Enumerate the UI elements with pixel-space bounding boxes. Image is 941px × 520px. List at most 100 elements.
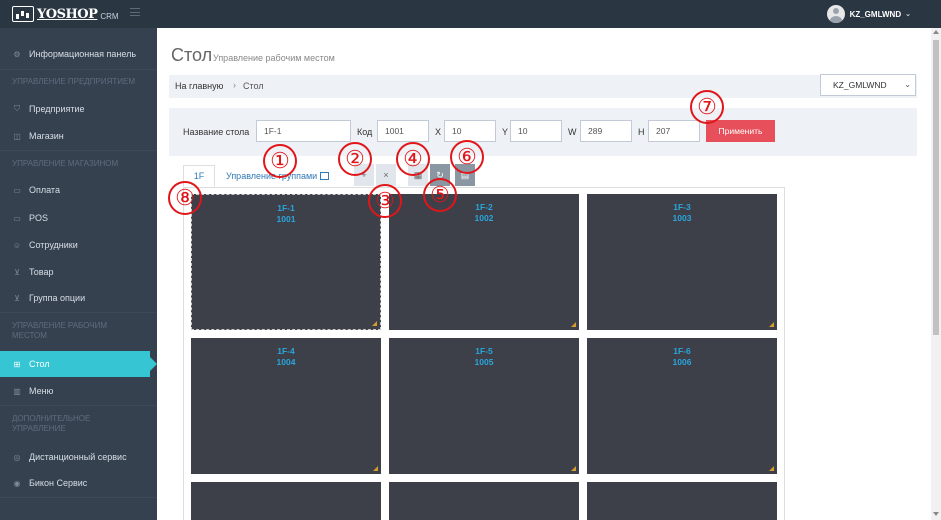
sidebar-item-menu[interactable]: ▥ Меню — [0, 378, 157, 404]
card-icon: ▭ — [13, 185, 21, 195]
sidebar-item-label: Бикон Сервис — [29, 478, 88, 488]
table-partial[interactable] — [389, 482, 579, 520]
divider — [0, 497, 157, 498]
sidebar-item-label: Товар — [29, 267, 54, 277]
sidebar-item-label: Меню — [29, 386, 54, 396]
store-select[interactable]: KZ_GMLWND ⌄ — [820, 74, 916, 96]
table-name: 1F-3 — [673, 202, 691, 212]
apply-button[interactable]: Применить — [706, 120, 775, 142]
y-input[interactable]: 10 — [510, 120, 562, 142]
sidebar-item-pos[interactable]: ▭ POS — [0, 205, 157, 231]
table-code: 1003 — [672, 213, 692, 223]
h-input[interactable]: 207 — [648, 120, 700, 142]
main-content: Стол Управление рабочим местом На главну… — [157, 28, 931, 520]
chevron-down-icon: ⌄ — [905, 11, 911, 18]
breadcrumb: На главную › Стол — [169, 75, 917, 98]
sidebar-item-label: Сотрудники — [29, 240, 78, 250]
table-code: 1006 — [672, 357, 692, 367]
sidebar-item-table[interactable]: ⊞ Стол — [0, 351, 157, 377]
table-code-input[interactable]: 1001 — [377, 120, 429, 142]
sidebar-item-dashboard[interactable]: ⚙ Информационная панель — [0, 41, 157, 67]
store-icon: ◫ — [13, 131, 21, 141]
sidebar-section-heading: УПРАВЛЕНИЕ РАБОЧИМ МЕСТОМ — [12, 321, 107, 340]
scroll-down-icon[interactable] — [933, 512, 939, 516]
table-code: 1002 — [474, 213, 494, 223]
logo-chart-icon — [12, 6, 34, 22]
table-code: 1001 — [276, 214, 296, 224]
dashboard-icon: ⚙ — [13, 49, 21, 59]
table-1f-3[interactable]: 1F-3 1003 — [587, 194, 777, 330]
resize-handle-icon[interactable] — [372, 321, 377, 326]
sidebar-item-store[interactable]: ◫ Магазин — [0, 123, 157, 149]
group-icon — [320, 172, 330, 180]
callout-5: ⑤ — [423, 178, 457, 212]
scroll-up-icon[interactable] — [933, 30, 939, 34]
name-label: Название стола — [183, 127, 250, 137]
page-scrollbar[interactable] — [931, 28, 941, 520]
w-input[interactable]: 289 — [580, 120, 632, 142]
cart-icon: ⊻ — [14, 267, 20, 277]
table-partial[interactable] — [587, 482, 777, 520]
sidebar-item-label: Оплата — [29, 185, 60, 195]
code-label: Код — [357, 127, 373, 137]
table-1f-2[interactable]: 1F-2 1002 — [389, 194, 579, 330]
table-name: 1F-6 — [673, 346, 691, 356]
resize-handle-icon[interactable] — [769, 466, 774, 471]
avatar — [826, 5, 845, 23]
table-1f-4[interactable]: 1F-4 1004 — [191, 338, 381, 474]
remote-icon: ◎ — [13, 452, 21, 462]
book-icon: ▥ — [13, 386, 21, 396]
table-name-input[interactable]: 1F-1 — [256, 120, 351, 142]
chevron-down-icon: ⌄ — [904, 80, 911, 89]
sidebar-item-label: Стол — [29, 359, 50, 369]
cart-icon: ⊻ — [14, 293, 20, 303]
user-menu[interactable]: KZ_GMLWND ⌄ — [826, 5, 911, 23]
table-code: 1005 — [474, 357, 494, 367]
breadcrumb-current: Стол — [243, 81, 264, 91]
sidebar-item-staff[interactable]: ☺ Сотрудники — [0, 232, 157, 258]
sidebar-item-remote-service[interactable]: ◎ Дистанционный сервис — [0, 444, 157, 470]
resize-handle-icon[interactable] — [769, 322, 774, 327]
x-input[interactable]: 10 — [444, 120, 496, 142]
grid-icon: ⊞ — [13, 359, 21, 369]
divider — [0, 312, 157, 313]
table-1f-6[interactable]: 1F-6 1006 — [587, 338, 777, 474]
users-icon: ☺ — [12, 240, 22, 250]
store-select-value: KZ_GMLWND — [833, 80, 887, 90]
scroll-thumb[interactable] — [933, 40, 939, 335]
x-label: X — [435, 127, 442, 137]
delete-table-button[interactable]: × — [376, 164, 396, 186]
divider — [0, 69, 157, 70]
menu-toggle-icon[interactable] — [130, 8, 140, 16]
breadcrumb-home-link[interactable]: На главную — [175, 81, 223, 91]
sidebar-item-label: Информационная панель — [29, 49, 137, 59]
logo-text: YOSHOP — [37, 7, 98, 22]
sidebar-item-label: POS — [29, 213, 49, 223]
sidebar-item-beacon-service[interactable]: ◉ Бикон Сервис — [0, 470, 157, 496]
table-1f-1[interactable]: 1F-1 1001 — [191, 194, 381, 330]
table-name: 1F-2 — [475, 202, 493, 212]
sidebar-item-enterprise[interactable]: ⛉ Предприятие — [0, 96, 157, 122]
pos-icon: ▭ — [13, 213, 21, 223]
resize-handle-icon[interactable] — [373, 466, 378, 471]
sidebar-item-payment[interactable]: ▭ Оплата — [0, 177, 157, 203]
callout-4: ④ — [396, 142, 430, 176]
logo[interactable]: YOSHOP CRM — [12, 6, 119, 22]
callout-8: ⑧ — [168, 181, 202, 215]
sidebar: ⚙ Информационная панель УПРАВЛЕНИЕ ПРЕДП… — [0, 28, 157, 520]
table-name: 1F-1 — [277, 203, 295, 213]
sidebar-item-product[interactable]: ⊻ Товар — [0, 259, 157, 285]
callout-1: ① — [263, 144, 297, 178]
table-partial[interactable] — [191, 482, 381, 520]
page-subtitle: Управление рабочим местом — [213, 53, 335, 63]
user-name: KZ_GMLWND — [849, 9, 902, 19]
sidebar-item-option-group[interactable]: ⊻ Группа опции — [0, 285, 157, 311]
sidebar-item-label: Предприятие — [29, 104, 85, 114]
resize-handle-icon[interactable] — [571, 466, 576, 471]
breadcrumb-separator: › — [233, 80, 236, 90]
table-1f-5[interactable]: 1F-5 1005 — [389, 338, 579, 474]
resize-handle-icon[interactable] — [571, 322, 576, 327]
pin-icon: ◉ — [13, 478, 21, 488]
divider — [0, 405, 157, 406]
divider — [0, 150, 157, 151]
